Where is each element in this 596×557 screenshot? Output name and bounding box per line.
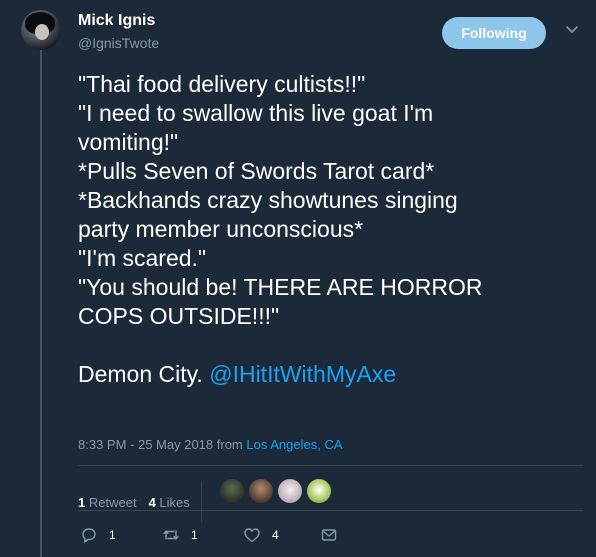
tweet-meta: 8:33 PM - 25 May 2018 from Los Angeles, …	[78, 437, 343, 452]
envelope-icon	[321, 529, 337, 541]
likes-label: Likes	[159, 494, 190, 510]
stats-separator	[200, 482, 202, 522]
liker-avatar[interactable]	[219, 478, 245, 504]
liker-avatar[interactable]	[248, 478, 274, 504]
avatar[interactable]	[21, 10, 61, 50]
tweet-closing-line: Demon City. @IHitItWithMyAxe	[78, 360, 578, 389]
retweets-count: 1	[78, 494, 86, 510]
retweet-action[interactable]: 1	[162, 526, 198, 544]
mention-link[interactable]: @IHitItWithMyAxe	[209, 361, 396, 387]
divider	[78, 465, 583, 466]
liker-avatar[interactable]	[277, 478, 303, 504]
from-label: from	[216, 437, 243, 452]
chevron-down-icon[interactable]	[565, 22, 579, 36]
user-handle[interactable]: @IgnisTwote	[78, 35, 159, 51]
tweet-line: *Pulls Seven of Swords Tarot card*	[78, 158, 435, 184]
retweets-label: Retweet	[88, 494, 137, 510]
tweet-line: "I'm scared."	[78, 245, 207, 271]
tweet: Mick Ignis @IgnisTwote Following "Thai f…	[0, 0, 596, 557]
thread-line	[40, 50, 42, 557]
tweet-line: *Backhands crazy showtunes singing	[78, 187, 458, 213]
reply-action[interactable]: 1	[80, 526, 116, 544]
tweet-line: "I need to swallow this live goat I'm	[78, 100, 434, 126]
direct-message-action[interactable]	[320, 526, 338, 544]
tweet-stats: 1 Retweet 4 Likes	[78, 482, 202, 522]
tweet-line: party member unconscious*	[78, 216, 364, 242]
retweet-count: 1	[191, 528, 198, 542]
retweet-icon	[163, 530, 179, 540]
tweet-line: "Thai food delivery cultists!!"	[78, 71, 366, 97]
tweet-line: vomiting!"	[78, 129, 179, 155]
closing-text: Demon City.	[78, 361, 203, 387]
heart-icon	[244, 528, 260, 543]
likes-stat[interactable]: 4 Likes	[149, 495, 190, 510]
retweets-stat[interactable]: 1 Retweet	[78, 495, 137, 510]
liker-avatars	[219, 478, 335, 504]
likes-count: 4	[148, 494, 156, 510]
tweet-text: "Thai food delivery cultists!!" "I need …	[78, 70, 578, 389]
following-button[interactable]: Following	[442, 17, 546, 49]
like-count: 4	[272, 528, 279, 542]
liker-avatar[interactable]	[306, 478, 332, 504]
like-action[interactable]: 4	[243, 526, 279, 544]
tweet-line: COPS OUTSIDE!!!"	[78, 303, 280, 329]
reply-count: 1	[109, 528, 116, 542]
divider	[78, 510, 583, 511]
tweet-line: "You should be! THERE ARE HORROR	[78, 274, 483, 300]
user-name[interactable]: Mick Ignis	[78, 12, 155, 30]
location-link[interactable]: Los Angeles, CA	[246, 437, 342, 452]
reply-icon	[82, 528, 96, 543]
timestamp[interactable]: 8:33 PM - 25 May 2018	[78, 437, 213, 452]
